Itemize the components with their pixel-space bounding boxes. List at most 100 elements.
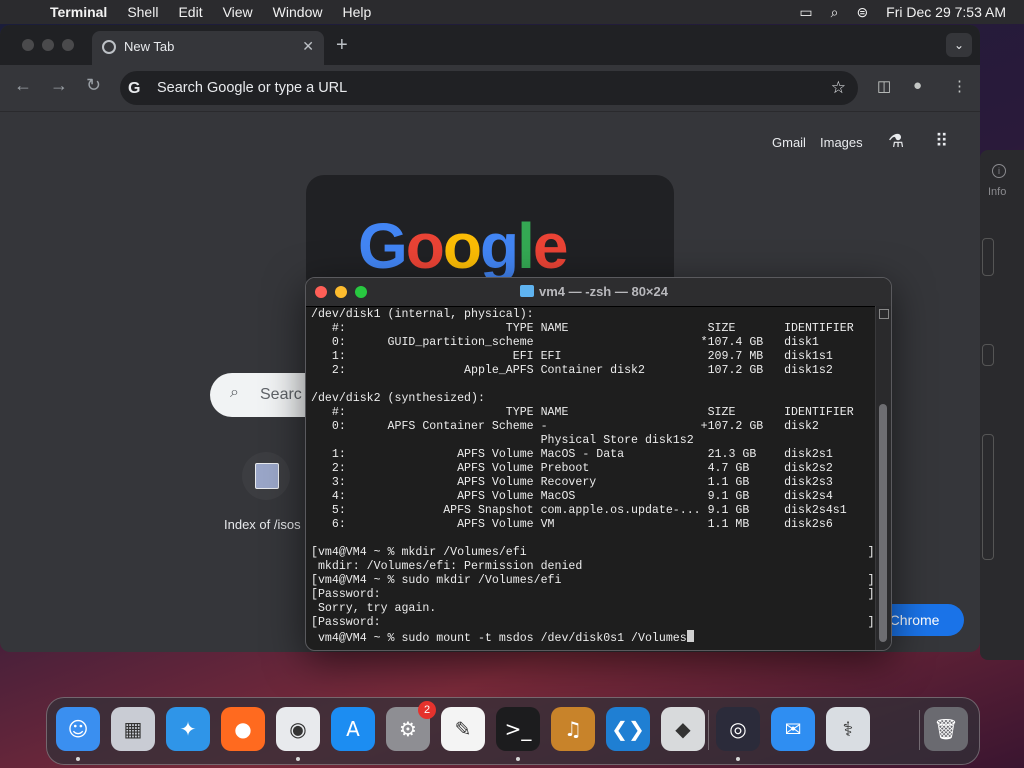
menu-clock[interactable]: Fri Dec 29 7:53 AM: [886, 4, 1006, 20]
tab-search-chevron-icon[interactable]: ⌄: [946, 33, 972, 57]
browser-toolbar: ← → ↻ G Search Google or type a URL ☆ ◫ …: [0, 65, 980, 112]
terminal-line: 5: APFS Snapshot com.apple.os.update-...…: [311, 504, 847, 517]
back-arrow-icon[interactable]: ←: [14, 75, 32, 96]
dock-separator: [708, 710, 709, 750]
gmail-link[interactable]: Gmail: [772, 135, 806, 150]
spotlight-search-icon[interactable]: ⌕: [831, 4, 839, 21]
minimize-window-button[interactable]: [42, 39, 54, 51]
system-settings-icon[interactable]: ⚙ 2: [386, 701, 436, 751]
shortcut-label[interactable]: Index of /isos: [224, 517, 301, 532]
close-tab-icon[interactable]: ✕: [302, 38, 314, 55]
safari-icon[interactable]: ✦: [166, 707, 210, 751]
menu-window[interactable]: Window: [273, 4, 323, 20]
terminal-line: [Password: ]: [311, 616, 875, 629]
menu-edit[interactable]: Edit: [178, 4, 202, 20]
forward-arrow-icon[interactable]: →: [50, 75, 68, 96]
control-center-icon[interactable]: ⊜: [856, 4, 868, 21]
terminal-icon[interactable]: >_: [496, 707, 540, 751]
running-indicator: [516, 757, 520, 761]
google-apps-grid-icon[interactable]: ⠿: [935, 131, 948, 152]
document-icon: [255, 463, 279, 489]
info-icon[interactable]: i: [992, 164, 1006, 178]
zoom-button[interactable]: [355, 286, 367, 298]
app-store-icon-glyph: A: [346, 717, 360, 741]
screen-mirroring-icon[interactable]: ▭: [799, 4, 812, 21]
menu-help[interactable]: Help: [342, 4, 371, 20]
terminal-titlebar[interactable]: vm4 — -zsh — 80×24: [306, 278, 891, 307]
background-window: i Info: [980, 150, 1024, 660]
terminal-line: 1: EFI EFI 209.7 MB disk1s1: [311, 350, 833, 363]
menu-shell[interactable]: Shell: [127, 4, 158, 20]
more-menu-icon[interactable]: ⋮: [952, 77, 967, 95]
obs-icon[interactable]: ◎: [716, 707, 760, 751]
menu-view[interactable]: View: [223, 4, 253, 20]
folder-icon: [520, 285, 534, 297]
menu-app-terminal[interactable]: Terminal: [50, 4, 107, 20]
garageband-icon-glyph: ♫: [564, 717, 582, 741]
preview-icon[interactable]: ⚕: [826, 707, 870, 751]
mail-icon-glyph: ✉: [784, 717, 802, 741]
tab-strip: New Tab ✕ + ⌄: [0, 25, 980, 65]
terminal-line: /dev/disk1 (internal, physical):: [311, 308, 534, 321]
safari-icon-glyph: ✦: [179, 717, 197, 741]
bookmark-star-icon[interactable]: ☆: [831, 78, 846, 98]
firefox-icon[interactable]: ●: [221, 707, 265, 751]
images-link[interactable]: Images: [820, 135, 863, 150]
finder-icon[interactable]: ☺: [56, 707, 100, 751]
running-indicator: [76, 757, 80, 761]
terminal-output[interactable]: /dev/disk1 (internal, physical): #: TYPE…: [311, 308, 877, 646]
terminal-window[interactable]: vm4 — -zsh — 80×24 /dev/disk1 (internal,…: [305, 277, 892, 651]
omnibox[interactable]: G Search Google or type a URL ☆: [120, 71, 858, 105]
terminal-line: Physical Store disk1s2: [311, 434, 694, 447]
launchpad-icon-glyph: ▦: [123, 717, 143, 741]
minimize-button[interactable]: [335, 286, 347, 298]
scrollbar-thumb[interactable]: [879, 404, 887, 642]
profile-avatar-icon[interactable]: ●: [913, 77, 922, 94]
reload-icon[interactable]: ↻: [86, 75, 101, 96]
garageband-icon[interactable]: ♫: [551, 707, 595, 751]
labs-flask-icon[interactable]: ⚗: [888, 131, 904, 152]
zoom-window-button[interactable]: [62, 39, 74, 51]
notification-badge: 2: [418, 701, 436, 719]
terminal-line: 6: APFS Volume VM 1.1 MB disk2s6: [311, 518, 833, 531]
launchpad-icon[interactable]: ▦: [111, 707, 155, 751]
vscode-icon[interactable]: ❮❯: [606, 707, 650, 751]
omnibox-placeholder: Search Google or type a URL: [157, 80, 348, 96]
info-label: Info: [988, 186, 1007, 198]
terminal-line: 3: APFS Volume Recovery 1.1 GB disk2s3: [311, 476, 833, 489]
mail-icon[interactable]: ✉: [771, 707, 815, 751]
close-button[interactable]: [315, 286, 327, 298]
terminal-line: mkdir: /Volumes/efi: Permission denied: [311, 560, 583, 573]
terminal-line: 4: APFS Volume MacOS 9.1 GB disk2s4: [311, 490, 833, 503]
textedit-icon[interactable]: ✎: [441, 707, 485, 751]
google-doodle[interactable]: Google: [358, 209, 568, 283]
terminal-scrollbar[interactable]: [875, 306, 891, 650]
terminal-line: [vm4@VM4 ~ % mkdir /Volumes/efi ]: [311, 546, 875, 559]
terminal-line: 1: APFS Volume MacOS - Data 21.3 GB disk…: [311, 448, 833, 461]
terminal-icon-glyph: >_: [504, 717, 532, 741]
menu-bar-status: ▭ ⌕ ⊜ Fri Dec 29 7:53 AM: [781, 0, 1006, 24]
dock: ☺ ▦ ✦ ● ◉ A ⚙ 2 ✎ >_ ♫ ❮❯ ◆ ◎ ✉ ⚕ 🗑: [46, 697, 980, 765]
trash-icon[interactable]: 🗑: [924, 707, 968, 751]
terminal-line: Sorry, try again.: [311, 602, 437, 615]
terminal-line: /dev/disk2 (synthesized):: [311, 392, 485, 405]
terminal-line: [vm4@VM4 ~ % sudo mkdir /Volumes/efi ]: [311, 574, 875, 587]
firefox-icon-glyph: ●: [234, 717, 252, 741]
panel-field: [982, 238, 994, 276]
roblox-icon-glyph: ◆: [675, 717, 691, 741]
ntp-search-placeholder: Searc: [260, 386, 302, 403]
side-panel-icon[interactable]: ◫: [877, 77, 891, 95]
scroll-up-icon[interactable]: [879, 309, 889, 319]
terminal-line: 2: APFS Volume Preboot 4.7 GB disk2s2: [311, 462, 833, 475]
new-tab-plus-icon[interactable]: +: [336, 34, 348, 57]
roblox-icon[interactable]: ◆: [661, 707, 705, 751]
terminal-title: vm4 — -zsh — 80×24: [539, 284, 668, 299]
tab-title: New Tab: [124, 39, 175, 54]
tab-new-tab[interactable]: New Tab ✕: [92, 31, 324, 65]
chrome-icon[interactable]: ◉: [276, 707, 320, 751]
shortcut-tile[interactable]: [242, 452, 290, 500]
terminal-line: 0: GUID_partition_scheme *107.4 GB disk1: [311, 336, 819, 349]
close-window-button[interactable]: [22, 39, 34, 51]
app-store-icon[interactable]: A: [331, 707, 375, 751]
